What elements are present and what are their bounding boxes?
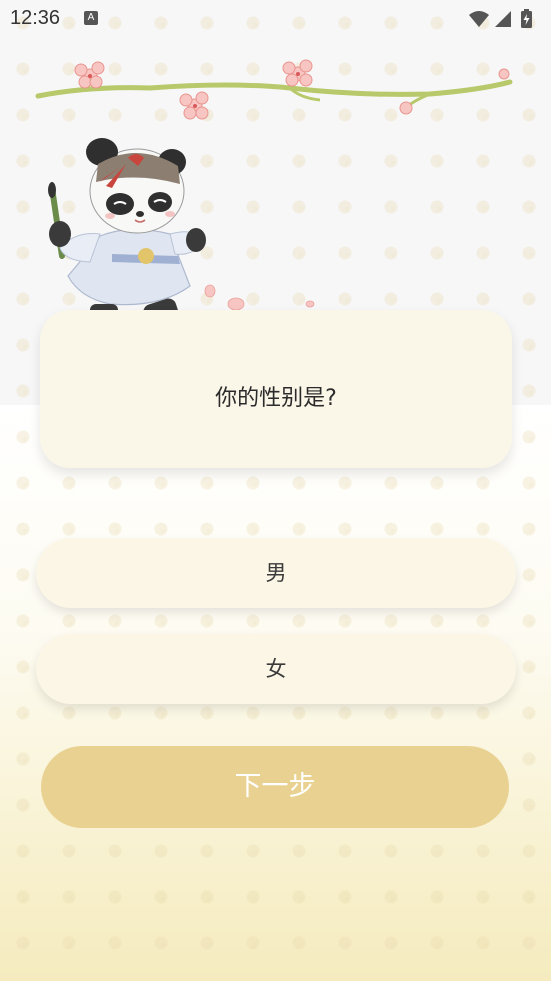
question-card: 你的性别是? bbox=[40, 310, 512, 468]
wifi-icon bbox=[469, 11, 489, 27]
signal-icon bbox=[495, 11, 511, 27]
blossom-branch-illustration bbox=[35, 59, 513, 120]
status-time: 12:36 bbox=[10, 7, 61, 29]
next-step-button[interactable]: 下一步 bbox=[41, 746, 509, 828]
question-text: 你的性别是? bbox=[215, 386, 337, 411]
notification-icon: A bbox=[84, 11, 98, 25]
status-bar: 12:36 A bbox=[0, 0, 551, 38]
option-female-button[interactable]: 女 bbox=[36, 634, 516, 704]
battery-icon bbox=[521, 9, 532, 28]
status-icons bbox=[469, 9, 532, 28]
option-male-button[interactable]: 男 bbox=[36, 538, 516, 608]
